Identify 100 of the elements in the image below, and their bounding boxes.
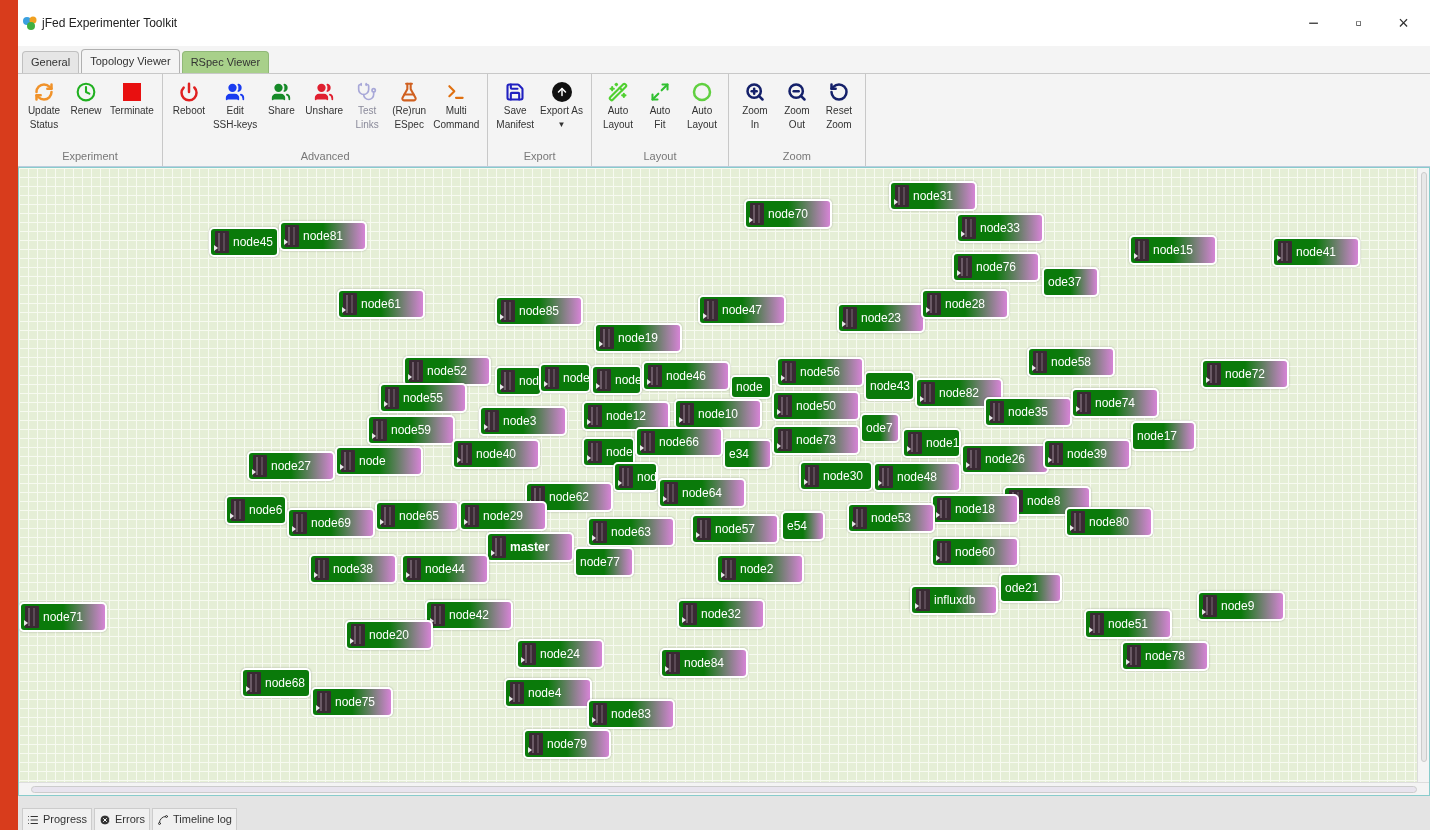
toolbar-button[interactable]: Zoom Out [778, 80, 815, 148]
node-chip[interactable]: node29 [459, 501, 547, 531]
node-chip[interactable]: node44 [401, 554, 489, 584]
bottom-tab[interactable]: Errors [94, 808, 150, 830]
node-chip[interactable]: nod [613, 462, 658, 492]
toolbar-button[interactable]: Unshare [305, 80, 344, 148]
node-chip[interactable]: node40 [452, 439, 540, 469]
toolbar-button[interactable]: Edit SSH-keys [212, 80, 258, 148]
toolbar-button[interactable]: Multi Command [433, 80, 480, 148]
node-chip[interactable]: node23 [837, 303, 925, 333]
node-chip[interactable]: node71 [19, 602, 107, 632]
node-chip[interactable]: node63 [587, 517, 675, 547]
node-chip[interactable]: node51 [1084, 609, 1172, 639]
toolbar-button[interactable]: Zoom In [736, 80, 773, 148]
node-chip[interactable]: node76 [952, 252, 1040, 282]
node-chip[interactable]: node18 [931, 494, 1019, 524]
node-chip[interactable]: node41 [1272, 237, 1360, 267]
node-chip[interactable]: node20 [345, 620, 433, 650]
node-chip[interactable]: node27 [247, 451, 335, 481]
node-chip[interactable]: node75 [311, 687, 393, 717]
node-chip[interactable]: ode37 [1042, 267, 1099, 297]
node-chip[interactable]: node33 [956, 213, 1044, 243]
node-chip[interactable]: node45 [209, 227, 279, 257]
node-chip[interactable]: node64 [658, 478, 746, 508]
node-chip[interactable]: node38 [309, 554, 397, 584]
node-chip[interactable]: ode21 [999, 573, 1062, 603]
node-chip[interactable]: node42 [425, 600, 513, 630]
node-chip[interactable]: node81 [279, 221, 367, 251]
node-chip[interactable]: node [582, 437, 635, 467]
node-chip[interactable]: node66 [635, 427, 723, 457]
node-chip[interactable]: node78 [1121, 641, 1209, 671]
node-chip[interactable]: node [335, 446, 423, 476]
topology-canvas[interactable] [19, 168, 1417, 782]
node-chip[interactable]: e34 [723, 439, 772, 469]
node-chip[interactable]: node32 [677, 599, 765, 629]
node-chip[interactable]: node80 [1065, 507, 1153, 537]
node-chip[interactable]: node1 [902, 428, 961, 458]
node-chip[interactable]: node26 [961, 444, 1049, 474]
node-chip[interactable]: node39 [1043, 439, 1131, 469]
node-chip[interactable]: influxdb [910, 585, 998, 615]
node-chip[interactable]: node58 [1027, 347, 1115, 377]
node-chip[interactable]: node56 [776, 357, 864, 387]
toolbar-button[interactable]: Update Status [26, 80, 62, 148]
node-chip[interactable]: node68 [241, 668, 311, 698]
toolbar-button[interactable]: Renew [68, 80, 104, 148]
node-chip[interactable]: node2 [716, 554, 804, 584]
toolbar-button[interactable]: Auto Layout [599, 80, 636, 148]
node-chip[interactable]: ode7 [860, 413, 900, 443]
node-chip[interactable]: node43 [864, 371, 915, 401]
node-chip[interactable]: node84 [660, 648, 748, 678]
vertical-scrollbar[interactable] [1417, 168, 1429, 782]
node-chip[interactable]: node19 [594, 323, 682, 353]
node-chip[interactable]: node69 [287, 508, 375, 538]
node-chip[interactable]: node73 [772, 425, 860, 455]
node-chip[interactable]: node50 [772, 391, 860, 421]
node-chip[interactable]: node60 [931, 537, 1019, 567]
node-chip[interactable]: node47 [698, 295, 786, 325]
toolbar-button[interactable]: Reset Zoom [820, 80, 857, 148]
bottom-tab[interactable]: Progress [22, 808, 93, 830]
node-chip[interactable]: node77 [574, 547, 634, 577]
node-chip[interactable]: node82 [915, 378, 1003, 408]
node-chip[interactable]: node70 [744, 199, 832, 229]
node-chip[interactable]: node10 [674, 399, 762, 429]
node-chip[interactable]: node48 [873, 462, 961, 492]
node-chip[interactable]: node65 [375, 501, 459, 531]
node-chip[interactable]: node17 [1131, 421, 1196, 451]
node-chip[interactable]: node61 [337, 289, 425, 319]
toolbar-button[interactable]: Terminate [110, 80, 154, 148]
close-button[interactable]: × [1381, 8, 1426, 38]
node-chip[interactable]: master [486, 532, 574, 562]
node-chip[interactable]: nod [495, 366, 542, 396]
node-chip[interactable]: node [539, 363, 591, 393]
node-chip[interactable]: node83 [587, 699, 675, 729]
minimize-button[interactable]: − [1291, 8, 1336, 38]
horizontal-scrollbar[interactable] [19, 782, 1429, 795]
node-chip[interactable]: node57 [691, 514, 779, 544]
node-chip[interactable]: node79 [523, 729, 611, 759]
node-chip[interactable]: node55 [379, 383, 467, 413]
toolbar-button[interactable]: Auto Layout [683, 80, 720, 148]
tab[interactable]: Topology Viewer [81, 49, 180, 73]
maximize-button[interactable]: ▫ [1336, 8, 1381, 38]
toolbar-button[interactable]: Export As ▼ [540, 80, 583, 148]
node-chip[interactable]: node72 [1201, 359, 1289, 389]
toolbar-button[interactable]: Share [263, 80, 300, 148]
node-chip[interactable]: node46 [642, 361, 730, 391]
node-chip[interactable]: node28 [921, 289, 1009, 319]
node-chip[interactable]: node30 [799, 461, 873, 491]
node-chip[interactable]: node53 [847, 503, 935, 533]
toolbar-button[interactable]: Auto Fit [641, 80, 678, 148]
node-chip[interactable]: node24 [516, 639, 604, 669]
node-chip[interactable]: node15 [1129, 235, 1217, 265]
toolbar-button[interactable]: (Re)run ESpec [391, 80, 428, 148]
node-chip[interactable]: node85 [495, 296, 583, 326]
node-chip[interactable]: node59 [367, 415, 455, 445]
node-chip[interactable]: node31 [889, 181, 977, 211]
node-chip[interactable]: node9 [1197, 591, 1285, 621]
bottom-tab[interactable]: Timeline log [152, 808, 237, 830]
toolbar-button[interactable]: Save Manifest [496, 80, 535, 148]
node-chip[interactable]: node4 [504, 678, 592, 708]
node-chip[interactable]: node52 [403, 356, 491, 386]
